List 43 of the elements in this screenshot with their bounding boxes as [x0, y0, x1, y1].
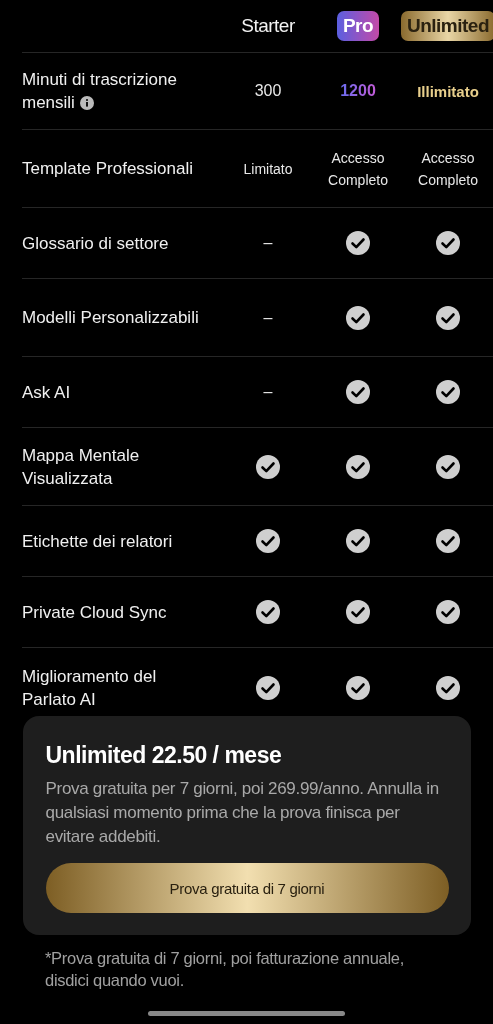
cell-value: Accesso Completo — [417, 148, 479, 190]
cell-value: 300 — [254, 82, 282, 100]
feature-label: Mappa Mentale Visualizzata — [22, 444, 141, 490]
checkmark-icon — [436, 231, 460, 255]
checkmark-icon — [346, 380, 370, 404]
feature-label: Miglioramento del Parlato AI — [22, 666, 158, 711]
checkmark-icon — [346, 600, 370, 624]
checkmark-icon — [436, 305, 460, 330]
checkmark-icon — [436, 380, 460, 404]
checkmark-icon — [346, 676, 370, 700]
feature-label: Modelli Personalizzabili — [22, 307, 199, 329]
checkmark-icon — [346, 454, 370, 479]
checkmark-icon — [256, 529, 280, 553]
feature-label: Ask AI — [22, 381, 71, 404]
checkmark-icon — [346, 231, 370, 255]
free-trial-button[interactable]: Prova gratuita di 7 giorni — [45, 863, 449, 913]
checkmark-icon — [256, 676, 280, 700]
checkmark-icon — [346, 529, 370, 553]
plan-label: Starter — [240, 14, 296, 38]
info-icon[interactable] — [79, 96, 94, 110]
cell-value: Accesso Completo — [327, 148, 389, 190]
feature-label: Minuti di trascrizione mensili — [22, 69, 178, 114]
checkmark-icon — [256, 600, 280, 624]
checkmark-icon — [436, 676, 460, 700]
checkmark-icon — [436, 529, 460, 553]
feature-label: Template Professionali — [22, 158, 194, 180]
dash-mark: – — [263, 383, 273, 401]
offer-title: Unlimited 22.50 / mese — [45, 742, 283, 769]
plan-badge: Unlimited — [400, 11, 493, 41]
offer-description: Prova gratuita per 7 giorni, poi 269.99/anno. Annulla in qualsiasi momento prima che la prova finisca per evitare addebiti. — [45, 778, 440, 848]
cell-value: Illimitato — [417, 82, 479, 100]
feature-label: Etichette dei relatori — [22, 530, 173, 553]
feature-label: Glossario di settore — [22, 232, 169, 255]
checkmark-icon — [256, 454, 280, 479]
plan-badge: Pro — [336, 11, 380, 41]
checkmark-icon — [436, 600, 460, 624]
checkmark-icon — [346, 305, 370, 330]
feature-label: Private Cloud Sync — [22, 601, 167, 624]
footnote: *Prova gratuita di 7 giorni, poi fatturazione annuale, disdici quando vuoi. — [45, 948, 405, 991]
checkmark-icon — [436, 454, 460, 479]
dash-mark: – — [263, 234, 273, 252]
dash-mark: – — [263, 308, 273, 327]
cell-value: Limitato — [243, 159, 293, 179]
